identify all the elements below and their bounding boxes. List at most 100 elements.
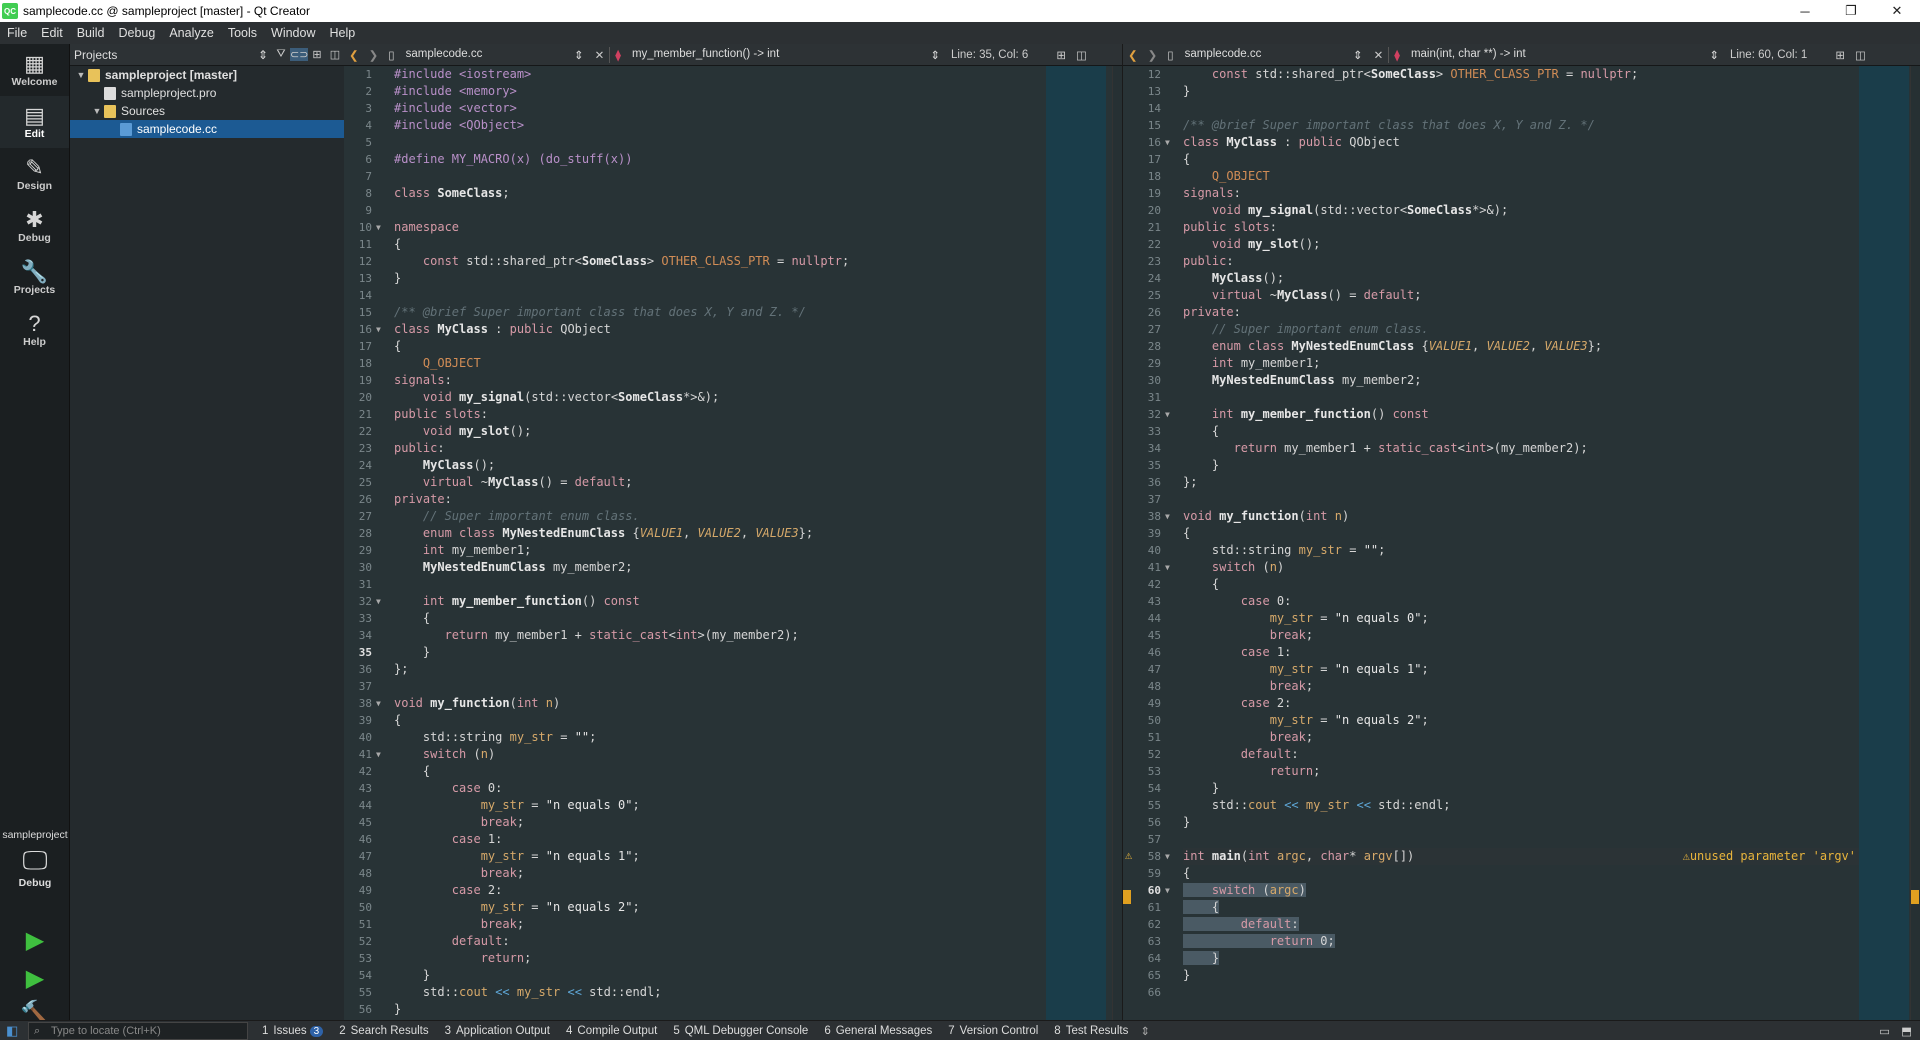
fold-arrow-icon[interactable]: ▼ <box>376 325 381 334</box>
forward-arrow-icon[interactable]: ❯ <box>1143 48 1163 62</box>
file-name: samplecode.cc <box>1184 47 1262 60</box>
minimize-button[interactable]: ─ <box>1782 0 1828 22</box>
menu-edit[interactable]: Edit <box>34 26 70 40</box>
code-lines[interactable]: const std::shared_ptr<SomeClass> OTHER_C… <box>1183 66 1860 1020</box>
split-icon[interactable]: ⊞ <box>1051 48 1071 62</box>
fold-arrow-icon[interactable]: ▼ <box>1165 886 1170 895</box>
maximize-output-icon[interactable]: ⬒ <box>1901 1024 1912 1038</box>
output-tab-compile-output[interactable]: 4 Compile Output <box>558 1025 665 1037</box>
toggle-sidebar-icon[interactable]: ◧ <box>6 1023 18 1039</box>
code-line: // Super important enum class. <box>394 509 640 523</box>
tree-item[interactable]: ▼ Sources <box>70 102 344 120</box>
line-number: 11 <box>358 238 372 251</box>
mode-edit[interactable]: ▤ Edit <box>0 96 69 148</box>
chevron-down-icon[interactable]: ▼ <box>90 106 104 116</box>
back-arrow-icon[interactable]: ❮ <box>1123 48 1143 62</box>
output-tab-issues[interactable]: 1 Issues 3 <box>254 1025 331 1037</box>
output-tab-version-control[interactable]: 7 Version Control <box>940 1025 1046 1037</box>
line-number: 51 <box>1147 731 1161 744</box>
maximize-button[interactable]: ❐ <box>1828 0 1874 22</box>
fold-arrow-icon[interactable]: ▼ <box>1165 563 1170 572</box>
view-selector[interactable]: Projects ⇕ <box>74 48 272 62</box>
help-icon: ? <box>28 311 41 336</box>
forward-arrow-icon[interactable]: ❯ <box>364 48 384 62</box>
menu-help[interactable]: Help <box>322 26 362 40</box>
warning-marker[interactable] <box>1911 890 1919 904</box>
back-arrow-icon[interactable]: ❮ <box>344 48 364 62</box>
symbol-selector[interactable]: main(int, char **) -> int ⇕ <box>1405 48 1725 62</box>
vertical-scrollbar[interactable] <box>1910 66 1920 1020</box>
cursor-position[interactable]: Line: 60, Col: 1 <box>1725 49 1812 61</box>
output-tab-label: Application Output <box>456 1024 550 1037</box>
left-code-area[interactable]: 1 2 3 4 5 6 7 8 9 10 ▼ 11 12 13 14 15 16 ▼ 17 18 19 20 21 22 23 2… <box>344 66 1122 1020</box>
kit-selector[interactable]: sampleproject 🖵 Debug <box>0 829 70 889</box>
line-number-gutter: 1 2 3 4 5 6 7 8 9 10 ▼ 11 12 13 14 15 16 ▼ 17 18 19 20 21 22 23 2… <box>344 66 386 1020</box>
menu-analyze[interactable]: Analyze <box>162 26 220 40</box>
mode-debug[interactable]: ✱ Debug <box>0 200 69 252</box>
up-down-icon[interactable]: ⇕ <box>1140 1024 1150 1038</box>
output-tab-test-results[interactable]: 8 Test Results <box>1046 1025 1136 1037</box>
split-icon[interactable]: ⊞ <box>308 48 326 61</box>
split-icon[interactable]: ⊞ <box>1830 48 1850 62</box>
mode-design[interactable]: ✎ Design <box>0 148 69 200</box>
close-button[interactable]: ✕ <box>1874 0 1920 22</box>
filter-icon[interactable]: ⛛ <box>272 48 290 61</box>
right-code-area[interactable]: 12 13 14 15 16 ▼ 17 18 19 20 21 22 23 24 25 26 27 28 29 30 3… <box>1123 66 1920 1020</box>
chevron-down-icon[interactable]: ▼ <box>74 70 88 80</box>
close-sidebar-icon[interactable]: ◫ <box>326 48 344 61</box>
fold-arrow-icon[interactable]: ▼ <box>376 223 381 232</box>
file-selector[interactable]: samplecode.cc ⇕ <box>1179 48 1369 62</box>
mode-label: Design <box>16 180 52 192</box>
code-line: break; <box>1269 679 1314 693</box>
fold-arrow-icon[interactable]: ▼ <box>1165 410 1170 419</box>
cursor-position[interactable]: Line: 35, Col: 6 <box>946 49 1033 61</box>
close-split-icon[interactable]: ◫ <box>1850 48 1871 62</box>
output-tab-general-messages[interactable]: 6 General Messages <box>816 1025 940 1037</box>
line-number: 44 <box>1147 612 1161 625</box>
code-line: return; <box>1269 764 1321 778</box>
output-tab-application-output[interactable]: 3 Application Output <box>437 1025 558 1037</box>
output-tab-number: 7 <box>948 1024 955 1037</box>
line-number: 27 <box>358 510 372 523</box>
menu-debug[interactable]: Debug <box>112 26 163 40</box>
code-lines[interactable]: #include <iostream> #include <memory> #inc… <box>394 66 1062 1020</box>
locator-input[interactable]: ⌕ Type to locate (Ctrl+K) <box>28 1021 248 1040</box>
line-number: 24 <box>1147 272 1161 285</box>
close-split-icon[interactable]: ◫ <box>1071 48 1092 62</box>
link-editor-icon[interactable]: ⊂⊃ <box>290 48 308 61</box>
fold-arrow-icon[interactable]: ▼ <box>1165 512 1170 521</box>
status-bar: ◧ ⌕ Type to locate (Ctrl+K) 1 Issues 3 2 Sea… <box>0 1020 1920 1040</box>
output-pane-icon[interactable]: ▭ <box>1879 1024 1890 1038</box>
mode-help[interactable]: ? Help <box>0 304 69 356</box>
debug-run-button[interactable]: ▶ <box>0 964 70 993</box>
menu-window[interactable]: Window <box>264 26 322 40</box>
code-line: signals: <box>1183 186 1241 200</box>
symbol-selector[interactable]: my_member_function() -> int ⇕ <box>626 48 946 62</box>
close-document-icon[interactable]: ✕ <box>1369 48 1389 62</box>
menu-tools[interactable]: Tools <box>221 26 264 40</box>
menu-file[interactable]: File <box>0 26 34 40</box>
run-button[interactable]: ▶ <box>0 926 70 955</box>
fold-arrow-icon[interactable]: ▼ <box>376 699 381 708</box>
output-tab-qml-debugger-console[interactable]: 5 QML Debugger Console <box>665 1025 816 1037</box>
code-line: break; <box>480 866 525 880</box>
tree-item[interactable]: ▼ sampleproject [master] <box>70 66 344 84</box>
code-line: case 0: <box>1240 594 1292 608</box>
line-number: 28 <box>358 527 372 540</box>
close-document-icon[interactable]: ✕ <box>590 48 610 62</box>
file-selector[interactable]: samplecode.cc ⇕ <box>400 48 590 62</box>
menu-build[interactable]: Build <box>70 26 112 40</box>
mode-welcome[interactable]: ▦ Welcome <box>0 44 69 96</box>
fold-arrow-icon[interactable]: ▼ <box>376 597 381 606</box>
tree-item[interactable]: samplecode.cc <box>70 120 344 138</box>
fold-arrow-icon[interactable]: ▼ <box>1165 852 1170 861</box>
mode-label: Edit <box>24 128 45 140</box>
tree-item[interactable]: sampleproject.pro <box>70 84 344 102</box>
fold-arrow-icon[interactable]: ▼ <box>1165 138 1170 147</box>
line-number: 44 <box>358 799 372 812</box>
warning-marker[interactable] <box>1123 890 1131 904</box>
vertical-scrollbar[interactable] <box>1112 66 1122 1020</box>
mode-projects[interactable]: 🔧 Projects <box>0 252 69 304</box>
output-tab-search-results[interactable]: 2 Search Results <box>331 1025 436 1037</box>
fold-arrow-icon[interactable]: ▼ <box>376 750 381 759</box>
